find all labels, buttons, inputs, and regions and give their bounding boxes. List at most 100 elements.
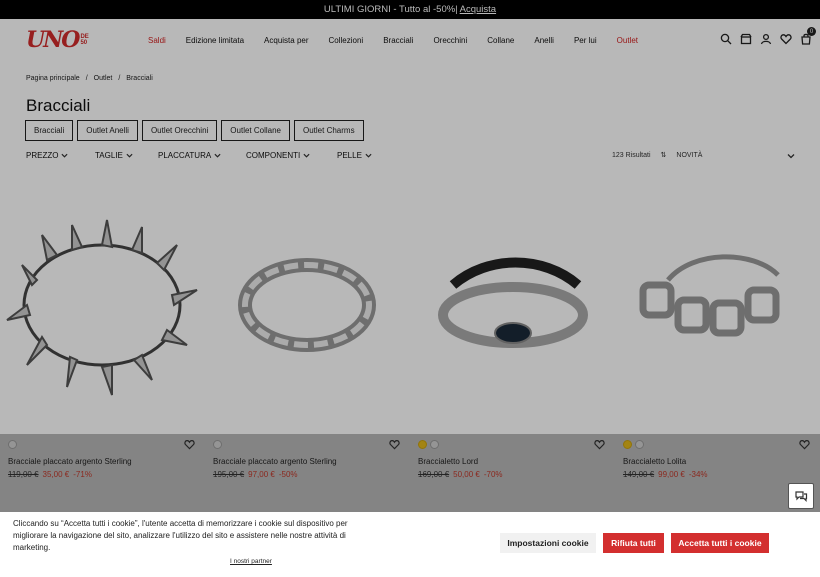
product-card[interactable] (616, 176, 820, 434)
accept-all-button[interactable]: Accetta tutti i cookie (671, 533, 769, 553)
nav-item-outlet[interactable]: Outlet (607, 36, 648, 45)
swatch-silver[interactable] (213, 440, 222, 449)
product-image[interactable] (206, 176, 410, 434)
product-grid (0, 176, 820, 434)
partners-link[interactable]: I nostri partner (230, 558, 272, 565)
product-info: Braccialetto Lolita 149,00 €99,00 € -34% (615, 440, 820, 479)
nav-item-acquista-per[interactable]: Acquista per (254, 36, 318, 45)
results-bar: 123 Risultati ⇅ NOVITÀ (612, 151, 702, 160)
discount: -34% (688, 470, 708, 479)
product-card[interactable] (205, 176, 410, 434)
cookie-settings-button[interactable]: Impostazioni cookie (500, 533, 596, 553)
sale-price: 50,00 € (453, 470, 480, 479)
reject-all-button[interactable]: Rifiuta tutti (603, 533, 664, 553)
main-nav: Saldi Edizione limitata Acquista per Col… (138, 36, 648, 45)
product-card[interactable] (0, 176, 204, 434)
nav-item-anelli[interactable]: Anelli (524, 36, 564, 45)
swatch-silver[interactable] (8, 440, 17, 449)
product-price: 119,00 €35,00 € -71% (8, 470, 205, 479)
logo-sub-bottom: 50 (80, 40, 88, 46)
bracelet-lord-image (437, 257, 588, 348)
chip-outlet-orecchini[interactable]: Outlet Orecchini (141, 120, 218, 141)
logo-main: UNO (26, 27, 80, 53)
breadcrumb-separator: / (85, 75, 88, 82)
nav-item-bracciali[interactable]: Bracciali (373, 36, 423, 45)
filter-label: PREZZO (26, 151, 59, 160)
search-icon[interactable] (720, 33, 732, 48)
sort-icon[interactable]: ⇅ (661, 151, 667, 159)
wishlist-icon[interactable] (184, 439, 195, 453)
cookie-text: Cliccando su “Accetta tutti i cookie”, l… (13, 519, 348, 552)
breadcrumb: Pagina principale / Outlet / Bracciali (26, 75, 153, 82)
chat-button[interactable] (788, 483, 814, 509)
brand-logo[interactable]: UNO DE 50 (26, 27, 122, 53)
swatch-silver[interactable] (430, 440, 439, 449)
product-image[interactable] (617, 176, 820, 434)
site-header: UNO DE 50 Saldi Edizione limitata Acquis… (0, 19, 820, 61)
swatch-gold[interactable] (623, 440, 632, 449)
filter-placcatura[interactable]: PLACCATURA (158, 151, 246, 160)
nav-item-saldi[interactable]: Saldi (138, 36, 176, 45)
filter-prezzo[interactable]: PREZZO (26, 151, 95, 160)
filter-bar: PREZZO TAGLIE PLACCATURA COMPONENTI PELL… (26, 151, 397, 160)
filter-label: TAGLIE (95, 151, 123, 160)
wishlist-icon[interactable] (780, 33, 792, 48)
nav-item-orecchini[interactable]: Orecchini (423, 36, 477, 45)
swatch-silver[interactable] (635, 440, 644, 449)
discount: -70% (483, 470, 503, 479)
chevron-down-icon (787, 154, 795, 159)
filter-pelle[interactable]: PELLE (337, 151, 397, 160)
filter-componenti[interactable]: COMPONENTI (246, 151, 337, 160)
product-name[interactable]: Braccialetto Lord (418, 457, 615, 466)
product-price: 169,00 €50,00 € -70% (418, 470, 615, 479)
chip-outlet-collane[interactable]: Outlet Collane (221, 120, 290, 141)
wishlist-icon[interactable] (389, 439, 400, 453)
wishlist-icon[interactable] (799, 439, 810, 453)
store-icon[interactable] (740, 33, 752, 48)
sort-label[interactable]: NOVITÀ (676, 152, 702, 159)
breadcrumb-outlet[interactable]: Outlet (94, 75, 113, 82)
account-icon[interactable] (760, 33, 772, 48)
nav-item-edizione-limitata[interactable]: Edizione limitata (176, 36, 254, 45)
category-chips: Bracciali Outlet Anelli Outlet Orecchini… (25, 120, 364, 141)
cart-icon[interactable]: 0 (800, 27, 816, 48)
bracelet-lolita-image (639, 254, 781, 337)
swatch-gold[interactable] (418, 440, 427, 449)
chevron-down-icon (303, 153, 310, 158)
product-image[interactable] (0, 176, 204, 434)
chip-outlet-charms[interactable]: Outlet Charms (294, 120, 364, 141)
chevron-down-icon (61, 153, 68, 158)
chip-outlet-anelli[interactable]: Outlet Anelli (77, 120, 138, 141)
product-name[interactable]: Bracciale placcato argento Sterling (213, 457, 410, 466)
product-name[interactable]: Bracciale placcato argento Sterling (8, 457, 205, 466)
old-price: 119,00 € (8, 470, 39, 479)
bracelet-links-image (238, 258, 377, 352)
nav-item-collane[interactable]: Collane (477, 36, 524, 45)
header-icons: 0 (720, 27, 816, 48)
color-swatches (8, 440, 205, 449)
product-card[interactable] (411, 176, 615, 434)
bracelet-spikes-image (6, 219, 198, 396)
chat-icon (795, 491, 808, 502)
breadcrumb-home[interactable]: Pagina principale (26, 75, 80, 82)
chip-bracciali[interactable]: Bracciali (25, 120, 74, 141)
promo-link[interactable]: Acquista (460, 4, 496, 15)
nav-item-per-lui[interactable]: Per lui (564, 36, 607, 45)
product-price: 195,00 €97,00 € -50% (213, 470, 410, 479)
chevron-down-icon (365, 153, 372, 158)
cart-count-badge: 0 (807, 27, 816, 36)
sale-price: 97,00 € (248, 470, 275, 479)
color-swatches (418, 440, 615, 449)
breadcrumb-current: Bracciali (126, 75, 153, 82)
old-price: 169,00 € (418, 470, 450, 479)
product-name[interactable]: Braccialetto Lolita (623, 457, 820, 466)
sort-dropdown[interactable] (787, 151, 795, 163)
filter-taglie[interactable]: TAGLIE (95, 151, 158, 160)
sale-price: 99,00 € (658, 470, 685, 479)
filter-label: PELLE (337, 151, 362, 160)
promo-bar: ULTIMI GIORNI - Tutto al -50%| Acquista (0, 0, 820, 19)
chevron-down-icon (126, 153, 133, 158)
product-image[interactable] (411, 176, 615, 434)
nav-item-collezioni[interactable]: Collezioni (319, 36, 374, 45)
wishlist-icon[interactable] (594, 439, 605, 453)
